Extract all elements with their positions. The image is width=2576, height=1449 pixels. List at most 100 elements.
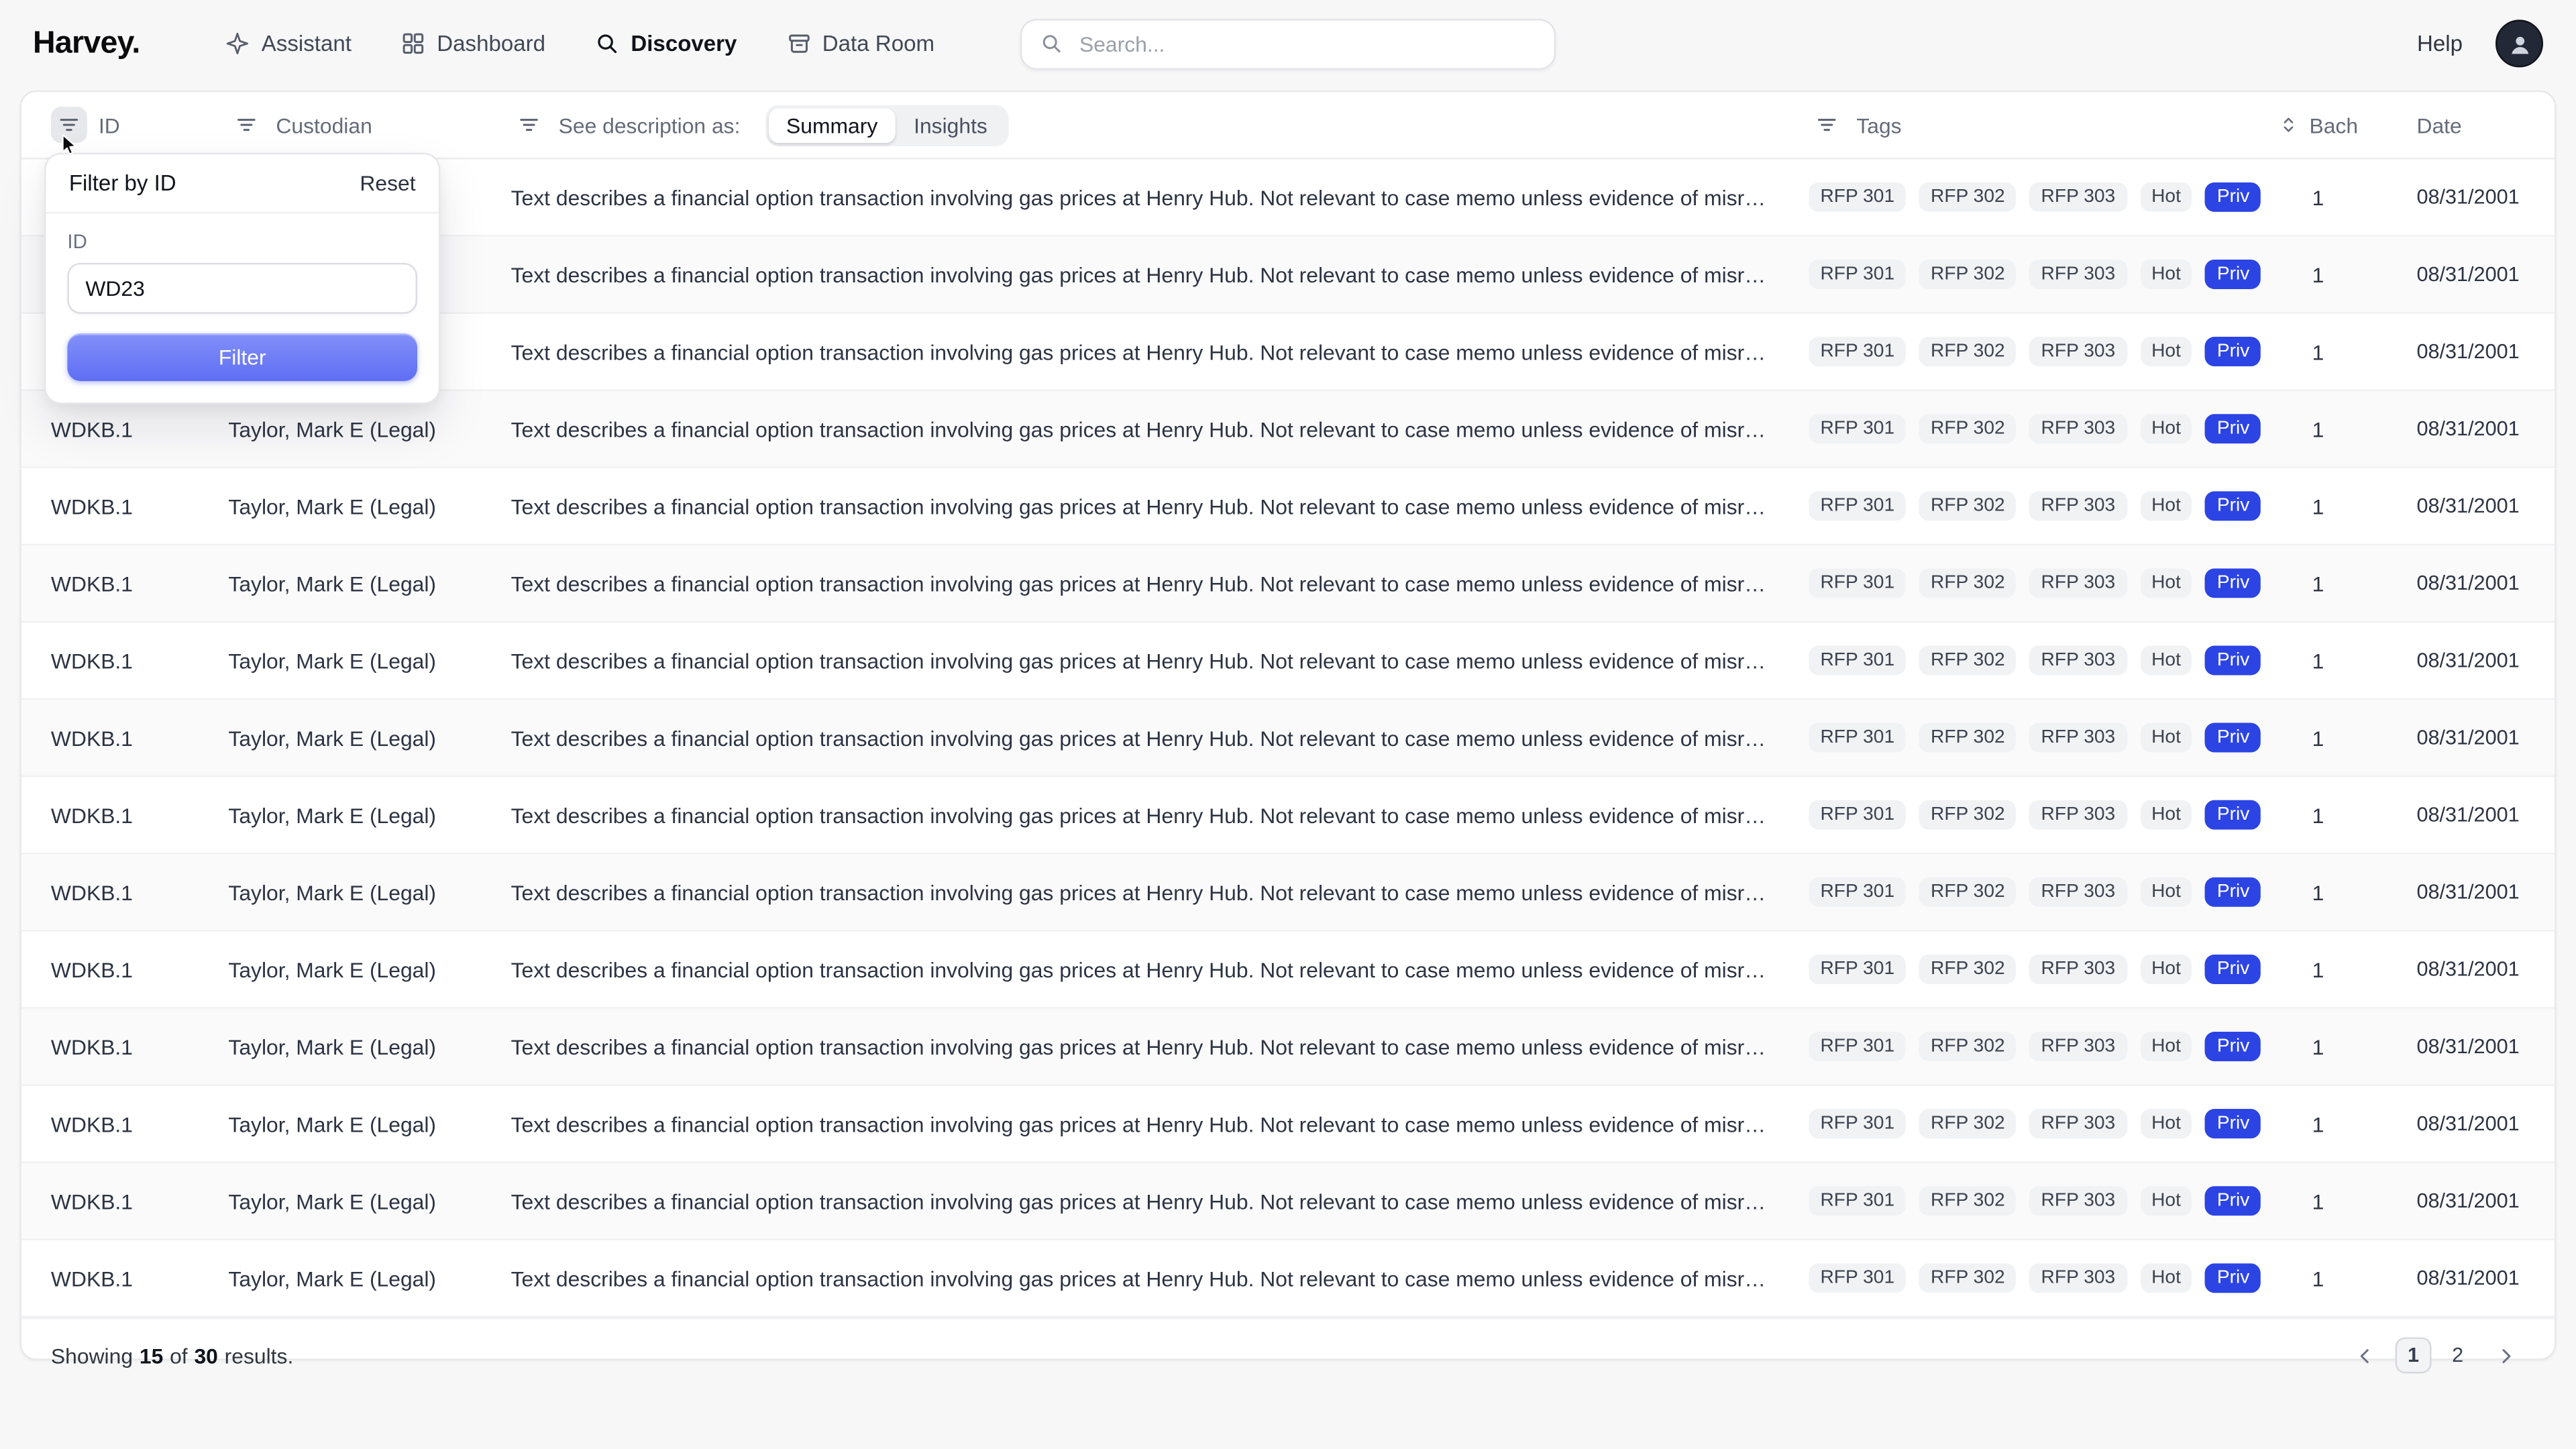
custodian-filter-button[interactable] [228, 107, 264, 143]
row-bach: 1 [2269, 339, 2367, 364]
row-description: Text describes a financial option transa… [511, 494, 1809, 519]
tag-pill: RFP 301 [1809, 337, 1906, 366]
table-row[interactable]: WDKB.1 Taylor, Mark E (Legal) Text descr… [21, 777, 2555, 854]
row-date: 08/31/2001 [2367, 186, 2532, 209]
row-id: WDKB.1 [51, 571, 228, 596]
nav-item-data-room[interactable]: Data Room [786, 32, 934, 56]
row-id: WDKB.1 [51, 725, 228, 750]
row-date: 08/31/2001 [2367, 1112, 2532, 1135]
row-description: Text describes a financial option transa… [511, 185, 1809, 210]
table-row[interactable]: WDKB.1 Taylor, Mark E (Legal) Text descr… [21, 932, 2555, 1009]
id-filter-button[interactable] [51, 107, 87, 143]
id-filter-input[interactable] [67, 263, 417, 314]
help-link[interactable]: Help [2417, 32, 2463, 56]
row-date: 08/31/2001 [2367, 340, 2532, 363]
page-button-1[interactable]: 1 [2396, 1337, 2432, 1373]
row-description: Text describes a financial option transa… [511, 339, 1809, 364]
row-bach: 1 [2269, 648, 2367, 673]
description-filter-button[interactable] [511, 107, 547, 143]
row-bach: 1 [2269, 725, 2367, 750]
header-bach[interactable]: Bach [2269, 113, 2367, 138]
table-row[interactable]: WDKB.1 Taylor, Mark E (Legal) Text descr… [21, 1240, 2555, 1318]
row-bach: 1 [2269, 1266, 2367, 1291]
tag-pill: Hot [2140, 568, 2192, 598]
row-bach: 1 [2269, 417, 2367, 441]
table-row[interactable]: WDKB.1 Taylor, Mark E (Legal) Text descr… [21, 854, 2555, 931]
user-avatar[interactable] [2496, 19, 2543, 67]
nav-item-dashboard[interactable]: Dashboard [400, 32, 545, 56]
row-description: Text describes a financial option transa… [511, 802, 1809, 827]
row-description: Text describes a financial option transa… [511, 957, 1809, 982]
row-id: WDKB.1 [51, 1189, 228, 1214]
header-id-label: ID [99, 113, 120, 138]
row-bach: 1 [2269, 262, 2367, 287]
results-count: 15 [140, 1343, 163, 1368]
search-input[interactable] [1076, 30, 1536, 58]
row-bach: 1 [2269, 494, 2367, 519]
app-viewport: Harvey. Assistant Dashboard Discovery [0, 0, 2576, 1449]
page-button-2[interactable]: 2 [2440, 1337, 2476, 1373]
table-row[interactable]: WDKB.1 Taylor, Mark E (Legal) Text descr… [21, 1086, 2555, 1163]
description-mode-label: See description as: [559, 113, 741, 138]
row-date: 08/31/2001 [2367, 1189, 2532, 1212]
tag-pill: RFP 303 [2029, 1109, 2127, 1138]
search-icon [1040, 32, 1063, 55]
next-page-button[interactable] [2484, 1337, 2528, 1373]
row-custodian: Taylor, Mark E (Legal) [228, 1266, 511, 1291]
nav-item-assistant[interactable]: Assistant [225, 32, 352, 56]
archive-icon [786, 32, 811, 56]
prev-page-button[interactable] [2343, 1337, 2387, 1373]
priv-badge: Priv [2206, 568, 2261, 598]
tag-pill: Hot [2140, 491, 2192, 521]
row-bach: 1 [2269, 957, 2367, 982]
reset-button[interactable]: Reset [360, 171, 415, 196]
sort-icon [2278, 115, 2298, 134]
nav-item-discovery[interactable]: Discovery [594, 32, 737, 56]
dashboard-icon [400, 32, 425, 56]
table-row[interactable]: WDKB.1 Taylor, Mark E (Legal) Text descr… [21, 468, 2555, 545]
tag-pill: RFP 302 [1919, 645, 2017, 675]
row-id: WDKB.1 [51, 1112, 228, 1136]
tag-pill: RFP 301 [1809, 568, 1906, 598]
tag-pill: Hot [2140, 1109, 2192, 1138]
row-bach: 1 [2269, 1112, 2367, 1136]
table-row[interactable]: WDKB.1 Taylor, Mark E (Legal) Text descr… [21, 1009, 2555, 1086]
filter-submit-button[interactable]: Filter [67, 333, 417, 381]
tag-pill: Hot [2140, 1186, 2192, 1216]
tag-pill: RFP 301 [1809, 1109, 1906, 1138]
tag-pill: Hot [2140, 1032, 2192, 1061]
tag-pill: RFP 302 [1919, 182, 2017, 212]
global-search[interactable] [1020, 18, 1556, 69]
table-row[interactable]: WDKB.1 Taylor, Mark E (Legal) Text descr… [21, 700, 2555, 777]
row-tags: RFP 301RFP 302RFP 303HotPriv [1809, 800, 2269, 830]
tag-pill: RFP 301 [1809, 491, 1906, 521]
tag-pill: RFP 302 [1919, 1109, 2017, 1138]
tag-pill: Hot [2140, 955, 2192, 984]
toggle-summary[interactable]: Summary [768, 107, 896, 142]
table-row[interactable]: WDKB.1 Taylor, Mark E (Legal) Text descr… [21, 545, 2555, 623]
tag-pill: RFP 303 [2029, 414, 2127, 443]
row-bach: 1 [2269, 879, 2367, 904]
row-description: Text describes a financial option transa… [511, 571, 1809, 596]
row-tags: RFP 301RFP 302RFP 303HotPriv [1809, 414, 2269, 443]
tag-pill: RFP 303 [2029, 260, 2127, 289]
row-bach: 1 [2269, 571, 2367, 596]
toggle-insights[interactable]: Insights [896, 107, 1006, 142]
row-date: 08/31/2001 [2367, 958, 2532, 981]
tags-filter-button[interactable] [1809, 107, 1845, 143]
tag-pill: Hot [2140, 645, 2192, 675]
row-id: WDKB.1 [51, 494, 228, 519]
row-custodian: Taylor, Mark E (Legal) [228, 571, 511, 596]
top-bar: Harvey. Assistant Dashboard Discovery [0, 0, 2576, 87]
table-row[interactable]: WDKB.1 Taylor, Mark E (Legal) Text descr… [21, 1163, 2555, 1240]
brand-logo[interactable]: Harvey. [33, 25, 140, 62]
popover-body: ID Filter [46, 213, 439, 402]
filter-lines-icon [517, 113, 540, 136]
row-description: Text describes a financial option transa… [511, 725, 1809, 750]
row-description: Text describes a financial option transa… [511, 879, 1809, 904]
row-custodian: Taylor, Mark E (Legal) [228, 648, 511, 673]
table-row[interactable]: WDKB.1 Taylor, Mark E (Legal) Text descr… [21, 623, 2555, 700]
tag-pill: RFP 303 [2029, 800, 2127, 830]
id-field-label: ID [67, 230, 417, 253]
tag-pill: RFP 303 [2029, 723, 2127, 753]
